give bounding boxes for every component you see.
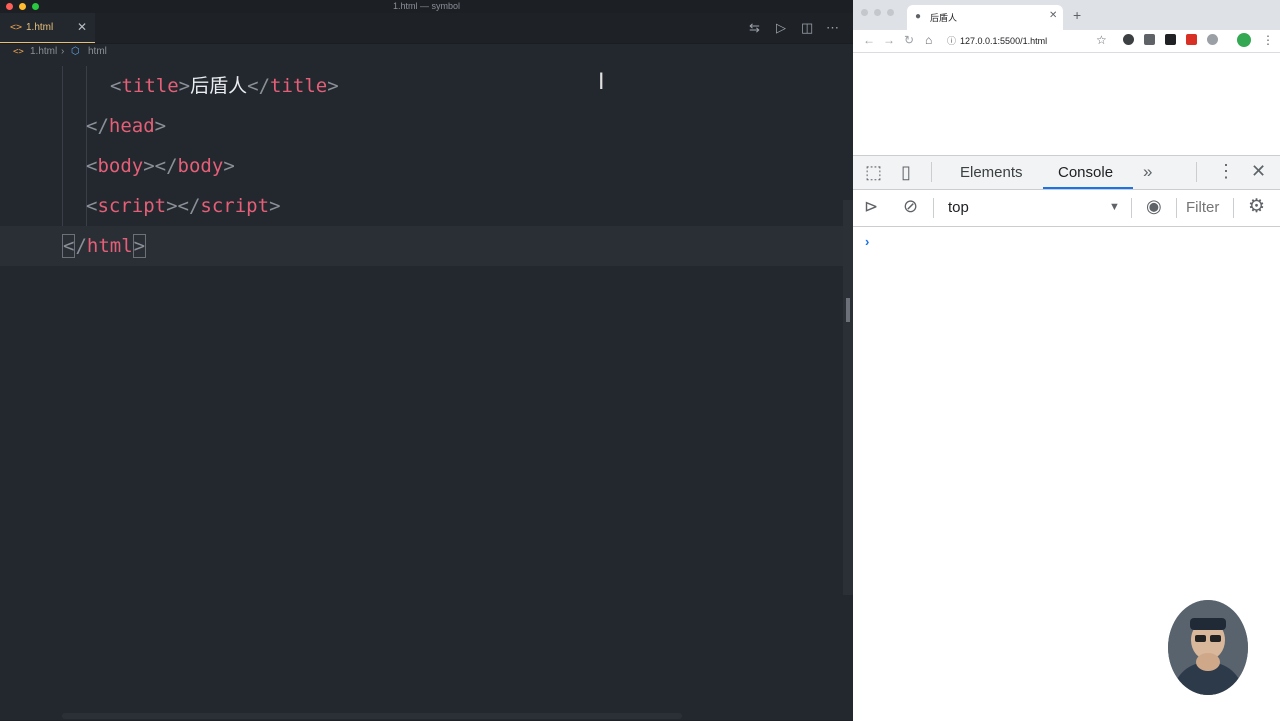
live-expression-eye-icon[interactable]: ◉ xyxy=(1146,196,1162,217)
run-icon[interactable]: ▷ xyxy=(776,20,786,36)
extension-icon[interactable] xyxy=(1186,34,1197,45)
divider xyxy=(1176,198,1177,218)
address-bar[interactable]: ⓘ 127.0.0.1:5500/1.html xyxy=(947,32,1115,50)
profile-avatar[interactable] xyxy=(1237,33,1251,47)
home-icon[interactable]: ⌂ xyxy=(925,33,932,47)
open-tag: title xyxy=(121,75,179,97)
info-icon: ⓘ xyxy=(947,36,957,46)
inspect-element-icon[interactable]: ⬚ xyxy=(865,162,882,183)
tab-elements[interactable]: Elements xyxy=(960,164,1023,181)
divider xyxy=(931,162,932,182)
text-cursor-icon: I xyxy=(598,70,605,95)
more-actions-icon[interactable]: ⋯ xyxy=(826,20,839,36)
window-title: 1.html — symbol xyxy=(392,1,461,11)
devtools-tab-bar: ⬚ ▯ Elements Console » ⋮ ✕ xyxy=(853,156,1280,190)
bookmark-star-icon[interactable]: ☆ xyxy=(1096,33,1107,47)
browser-toolbar: ← → ↻ ⌂ ⓘ 127.0.0.1:5500/1.html ☆ ⋮ xyxy=(853,30,1280,53)
tag-text: 后盾人 xyxy=(190,75,248,97)
close-tag: title xyxy=(270,75,328,97)
split-editor-icon[interactable]: ◫ xyxy=(801,20,813,36)
editor-tab-bar: <> 1.html ✕ ⇆ ▷ ◫ ⋯ xyxy=(0,13,853,44)
maximize-window-icon[interactable] xyxy=(887,9,894,16)
device-toolbar-icon[interactable]: ▯ xyxy=(901,162,911,183)
code-line[interactable]: <title>后盾人</title> xyxy=(110,66,339,106)
webcam-overlay xyxy=(1168,600,1248,695)
extension-icon[interactable] xyxy=(1144,34,1155,45)
editor-titlebar: 1.html — symbol xyxy=(0,0,853,13)
reload-icon[interactable]: ↻ xyxy=(904,33,914,47)
code-line[interactable]: </head> xyxy=(86,106,166,146)
browser-tab[interactable]: ● 后盾人 ✕ xyxy=(907,5,1063,30)
horizontal-scrollbar[interactable] xyxy=(62,713,682,719)
open-tag: script xyxy=(97,195,167,217)
breadcrumb-node[interactable]: html xyxy=(88,44,107,60)
scrollbar-thumb[interactable] xyxy=(846,298,850,322)
console-toolbar: ⊳ ⊘ top ▼ ◉ ⚙ xyxy=(853,190,1280,227)
compare-changes-icon[interactable]: ⇆ xyxy=(749,20,760,36)
browser-tab-title: 后盾人 xyxy=(930,13,958,23)
close-tab-icon[interactable]: ✕ xyxy=(77,20,87,34)
extension-icon[interactable] xyxy=(1207,34,1218,45)
divider xyxy=(1196,162,1197,182)
indent-guide xyxy=(62,66,63,226)
vertical-scrollbar[interactable] xyxy=(843,200,853,595)
active-tab-indicator xyxy=(1043,187,1133,189)
presenter-avatar xyxy=(1168,600,1248,695)
code-line[interactable]: <body></body> xyxy=(86,146,235,186)
divider xyxy=(1233,198,1234,218)
browser-menu-icon[interactable]: ⋮ xyxy=(1262,33,1274,47)
html-file-icon: <> xyxy=(10,22,23,33)
element-node-icon: ⬡ xyxy=(71,46,80,57)
divider xyxy=(933,198,934,218)
divider xyxy=(1131,198,1132,218)
code-line[interactable]: <script></script> xyxy=(86,186,281,226)
clear-console-icon[interactable]: ⊘ xyxy=(903,196,918,217)
minimize-window-icon[interactable] xyxy=(19,3,26,10)
breadcrumb: <> 1.html › ⬡ html xyxy=(0,44,853,60)
open-tag: body xyxy=(97,155,144,177)
close-window-icon[interactable] xyxy=(861,9,868,16)
minimize-window-icon[interactable] xyxy=(874,9,881,16)
sidebar-toggle-icon[interactable]: ⊳ xyxy=(864,197,878,217)
filter-input[interactable] xyxy=(1186,197,1226,217)
back-icon[interactable]: ← xyxy=(863,33,875,47)
code-editor-window: 1.html — symbol <> 1.html ✕ ⇆ ▷ ◫ ⋯ <> 1… xyxy=(0,0,853,720)
globe-icon: ● xyxy=(915,11,922,22)
close-window-icon[interactable] xyxy=(6,3,13,10)
console-prompt[interactable]: › xyxy=(865,234,869,249)
browser-tab-strip: ● 后盾人 ✕ + xyxy=(853,0,1280,30)
devtools-menu-icon[interactable]: ⋮ xyxy=(1217,161,1235,182)
breadcrumb-file[interactable]: 1.html xyxy=(30,44,57,60)
forward-icon[interactable]: → xyxy=(883,33,895,47)
tab-console[interactable]: Console xyxy=(1058,164,1113,181)
close-tag: head xyxy=(108,115,155,137)
close-tab-icon[interactable]: ✕ xyxy=(1049,10,1057,21)
maximize-window-icon[interactable] xyxy=(32,3,39,10)
close-tag: body xyxy=(177,155,224,177)
tab-label: 1.html xyxy=(26,22,54,33)
more-tabs-icon[interactable]: » xyxy=(1143,162,1152,182)
code-line-current[interactable]: </html> xyxy=(0,226,845,266)
extension-icon[interactable] xyxy=(1123,34,1134,45)
new-tab-icon[interactable]: + xyxy=(1073,7,1081,23)
extension-icon[interactable] xyxy=(1165,34,1176,45)
context-selector[interactable]: top xyxy=(948,199,969,216)
close-devtools-icon[interactable]: ✕ xyxy=(1251,161,1266,182)
gear-icon[interactable]: ⚙ xyxy=(1248,195,1265,218)
close-tag: html xyxy=(86,235,133,257)
chevron-right-icon: › xyxy=(61,46,65,57)
html-file-icon: <> xyxy=(13,47,24,57)
dropdown-arrow-icon: ▼ xyxy=(1109,201,1120,213)
tab-1-html[interactable]: <> 1.html ✕ xyxy=(0,13,95,43)
url-text: 127.0.0.1:5500/1.html xyxy=(960,36,1048,46)
close-tag: script xyxy=(200,195,270,217)
